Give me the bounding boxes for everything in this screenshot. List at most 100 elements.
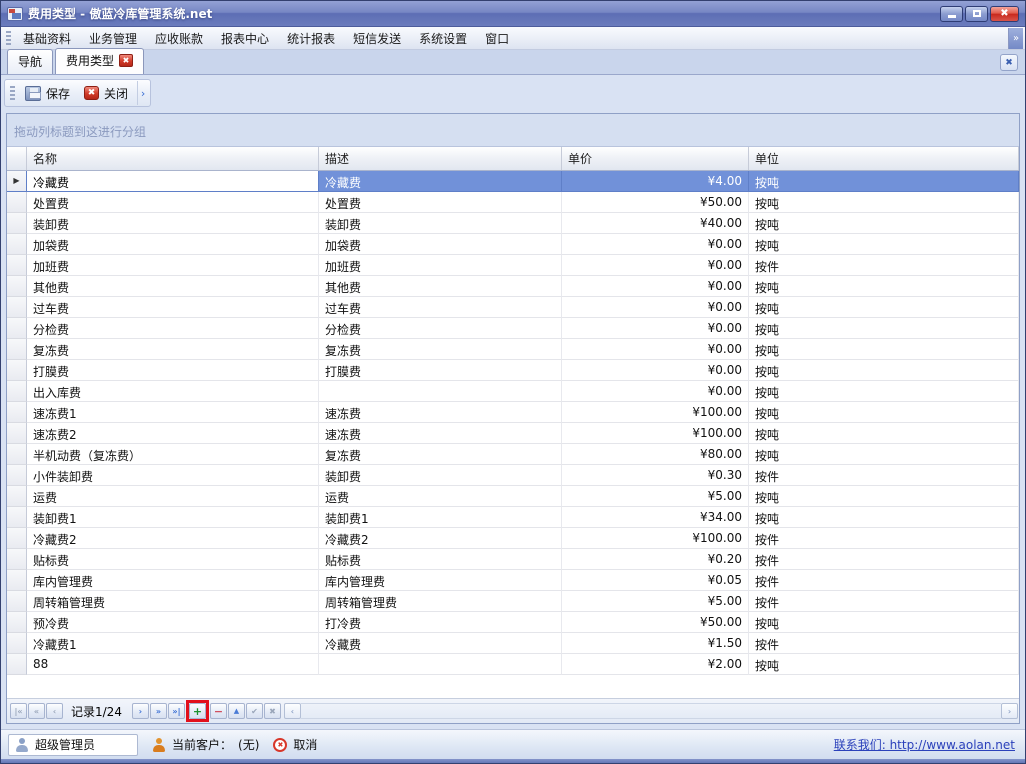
nav-delete-button[interactable]: − [210,703,227,719]
close-document-button[interactable]: ✖ [1000,54,1018,71]
contact-us-link[interactable]: 联系我们: http://www.aolan.net [834,736,1015,753]
table-row[interactable]: 运费运费¥5.00按吨 [7,486,1019,507]
cell-unit[interactable]: 按吨 [749,486,1019,507]
cell-desc[interactable]: 加袋费 [319,234,562,255]
cell-desc[interactable]: 冷藏费 [319,171,562,192]
cell-price[interactable]: ¥0.00 [562,381,749,402]
table-row[interactable]: 周转箱管理费周转箱管理费¥5.00按件 [7,591,1019,612]
cell-name[interactable]: 出入库费 [27,381,319,402]
cell-name[interactable]: 88 [27,654,319,675]
row-indicator-cell[interactable] [7,486,27,507]
cell-desc[interactable]: 处置费 [319,192,562,213]
cell-name[interactable]: 处置费 [27,192,319,213]
cell-desc[interactable] [319,654,562,675]
tab-1[interactable]: 导航 [7,49,53,74]
cell-name[interactable]: 装卸费1 [27,507,319,528]
cell-price[interactable]: ¥50.00 [562,612,749,633]
column-header-unit[interactable]: 单位 [749,147,1019,170]
cell-unit[interactable]: 按吨 [749,171,1019,192]
table-row[interactable]: 冷藏费2冷藏费2¥100.00按件 [7,528,1019,549]
table-row[interactable]: 半机动费（复冻费）复冻费¥80.00按吨 [7,444,1019,465]
cell-unit[interactable]: 按件 [749,633,1019,654]
cell-unit[interactable]: 按件 [749,465,1019,486]
table-row[interactable]: 小件装卸费装卸费¥0.30按件 [7,465,1019,486]
nav-post-button[interactable]: ✔ [246,703,263,719]
cell-unit[interactable]: 按吨 [749,444,1019,465]
table-row[interactable]: 冷藏费1冷藏费¥1.50按件 [7,633,1019,654]
cell-name[interactable]: 复冻费 [27,339,319,360]
cell-desc[interactable]: 贴标费 [319,549,562,570]
table-row[interactable]: 预冷费打冷费¥50.00按吨 [7,612,1019,633]
cell-price[interactable]: ¥0.00 [562,360,749,381]
menu-item-4[interactable]: 报表中心 [212,27,278,50]
cell-unit[interactable]: 按吨 [749,507,1019,528]
tab-close-icon[interactable]: ✖ [119,54,133,67]
cell-desc[interactable]: 库内管理费 [319,570,562,591]
cell-desc[interactable]: 复冻费 [319,444,562,465]
cell-name[interactable]: 冷藏费2 [27,528,319,549]
cell-name[interactable]: 运费 [27,486,319,507]
cell-unit[interactable]: 按吨 [749,234,1019,255]
cell-unit[interactable]: 按件 [749,528,1019,549]
menu-item-5[interactable]: 统计报表 [278,27,344,50]
cell-unit[interactable]: 按件 [749,549,1019,570]
cell-name[interactable]: 库内管理费 [27,570,319,591]
cell-price[interactable]: ¥0.00 [562,234,749,255]
cell-desc[interactable]: 速冻费 [319,423,562,444]
table-row[interactable]: 88 ¥2.00按吨 [7,654,1019,675]
close-window-button[interactable]: ✖ [990,6,1019,22]
row-indicator-cell[interactable] [7,213,27,234]
cell-desc[interactable]: 速冻费 [319,402,562,423]
row-indicator-cell[interactable] [7,318,27,339]
nav-next-button[interactable]: › [132,703,149,719]
cell-name[interactable]: 小件装卸费 [27,465,319,486]
menu-item-2[interactable]: 业务管理 [80,27,146,50]
table-row[interactable]: 库内管理费库内管理费¥0.05按件 [7,570,1019,591]
row-indicator-cell[interactable] [7,570,27,591]
row-indicator-cell[interactable] [7,255,27,276]
table-row[interactable]: 速冻费2速冻费¥100.00按吨 [7,423,1019,444]
horizontal-scrollbar[interactable]: ‹ › [284,702,1018,721]
cell-unit[interactable]: 按吨 [749,213,1019,234]
cell-unit[interactable]: 按吨 [749,276,1019,297]
scroll-right-button[interactable]: › [1001,703,1018,719]
cell-unit[interactable]: 按吨 [749,402,1019,423]
row-indicator-cell[interactable] [7,276,27,297]
cell-unit[interactable]: 按吨 [749,654,1019,675]
row-indicator-cell[interactable] [7,507,27,528]
cell-unit[interactable]: 按吨 [749,381,1019,402]
cell-name[interactable]: 速冻费2 [27,423,319,444]
row-indicator-cell[interactable]: ▶ [7,171,27,192]
table-row[interactable]: ▶冷藏费冷藏费¥4.00按吨 [7,171,1019,192]
cell-price[interactable]: ¥4.00 [562,171,749,192]
cell-name[interactable]: 预冷费 [27,612,319,633]
nav-prev-page-button[interactable]: « [28,703,45,719]
cell-name[interactable]: 冷藏费1 [27,633,319,654]
row-indicator-cell[interactable] [7,633,27,654]
table-row[interactable]: 加班费加班费¥0.00按件 [7,255,1019,276]
row-indicator-cell[interactable] [7,528,27,549]
cell-desc[interactable]: 打冷费 [319,612,562,633]
cell-unit[interactable]: 按吨 [749,423,1019,444]
cell-desc[interactable]: 冷藏费2 [319,528,562,549]
cell-name[interactable]: 速冻费1 [27,402,319,423]
row-indicator-cell[interactable] [7,654,27,675]
cell-unit[interactable]: 按件 [749,591,1019,612]
row-indicator-cell[interactable] [7,444,27,465]
row-indicator-cell[interactable] [7,402,27,423]
nav-edit-button[interactable]: ▲ [228,703,245,719]
table-row[interactable]: 过车费过车费¥0.00按吨 [7,297,1019,318]
cell-price[interactable]: ¥0.00 [562,339,749,360]
cell-price[interactable]: ¥50.00 [562,192,749,213]
cell-name[interactable]: 周转箱管理费 [27,591,319,612]
column-header-desc[interactable]: 描述 [319,147,562,170]
scroll-left-button[interactable]: ‹ [284,703,301,719]
column-header-price[interactable]: 单价 [562,147,749,170]
cell-price[interactable]: ¥2.00 [562,654,749,675]
row-indicator-cell[interactable] [7,423,27,444]
cell-name[interactable]: 打膜费 [27,360,319,381]
cell-desc[interactable]: 运费 [319,486,562,507]
cell-price[interactable]: ¥100.00 [562,528,749,549]
cell-name[interactable]: 贴标费 [27,549,319,570]
scrollbar-track[interactable] [301,703,1001,719]
